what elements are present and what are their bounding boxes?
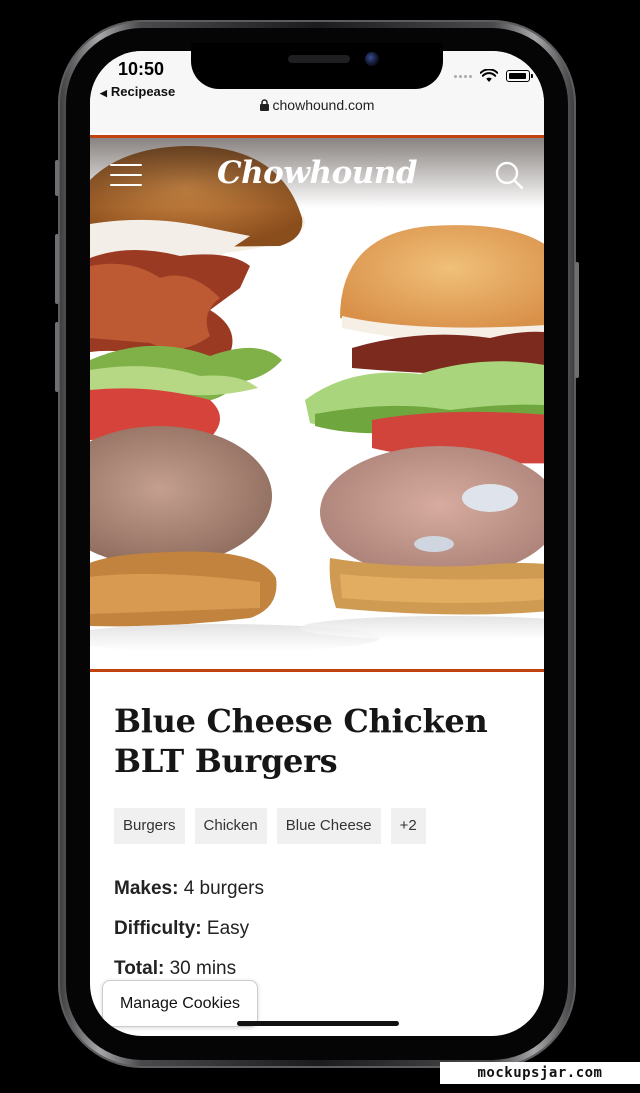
- url-text: chowhound.com: [272, 97, 375, 113]
- burger-photo: [90, 138, 544, 669]
- lock-icon: [259, 99, 269, 111]
- recipe-title: Blue Cheese Chicken BLT Burgers: [114, 702, 488, 780]
- fact-value: Easy: [206, 918, 250, 939]
- hero-divider: [90, 669, 544, 672]
- wifi-icon: [480, 69, 498, 82]
- signal-dots-icon: [454, 74, 472, 78]
- fact-difficulty: Difficulty: Easy: [114, 918, 534, 958]
- tag-burgers[interactable]: Burgers: [114, 808, 185, 844]
- home-indicator[interactable]: [237, 1021, 399, 1026]
- status-time: 10:50: [118, 59, 165, 79]
- manage-cookies-button[interactable]: Manage Cookies: [102, 980, 258, 1027]
- tag-chicken[interactable]: Chicken: [194, 808, 267, 844]
- volume-up-button: [55, 234, 59, 304]
- battery-icon: [506, 70, 533, 82]
- watermark: mockupsjar.com: [440, 1062, 640, 1084]
- site-header: Chowhound: [90, 138, 544, 208]
- power-button: [575, 262, 579, 378]
- hero-image: [90, 138, 544, 669]
- tag-blue-cheese[interactable]: Blue Cheese: [276, 808, 381, 844]
- tag-more[interactable]: +2: [390, 808, 426, 844]
- search-icon[interactable]: [494, 160, 524, 190]
- tag-list: Burgers Chicken Blue Cheese +2: [114, 808, 534, 844]
- phone-notch: [191, 43, 443, 89]
- fact-makes: Makes: 4 burgers: [114, 878, 534, 918]
- phone-screen: 10:50 ◀ Recipease chowhound.com Chowhoun…: [90, 51, 544, 1036]
- front-camera: [365, 52, 379, 66]
- speaker-grille: [288, 55, 350, 63]
- fact-label: Makes:: [114, 878, 179, 899]
- mute-switch: [55, 160, 59, 196]
- fact-label: Difficulty:: [114, 918, 202, 939]
- volume-down-button: [55, 322, 59, 392]
- address-bar[interactable]: chowhound.com: [90, 97, 544, 113]
- fact-label: Total:: [114, 958, 165, 979]
- status-icons: [454, 69, 533, 83]
- fact-value: 4 burgers: [183, 878, 264, 899]
- site-logo[interactable]: Chowhound: [90, 155, 544, 191]
- fact-value: 30 mins: [169, 958, 237, 979]
